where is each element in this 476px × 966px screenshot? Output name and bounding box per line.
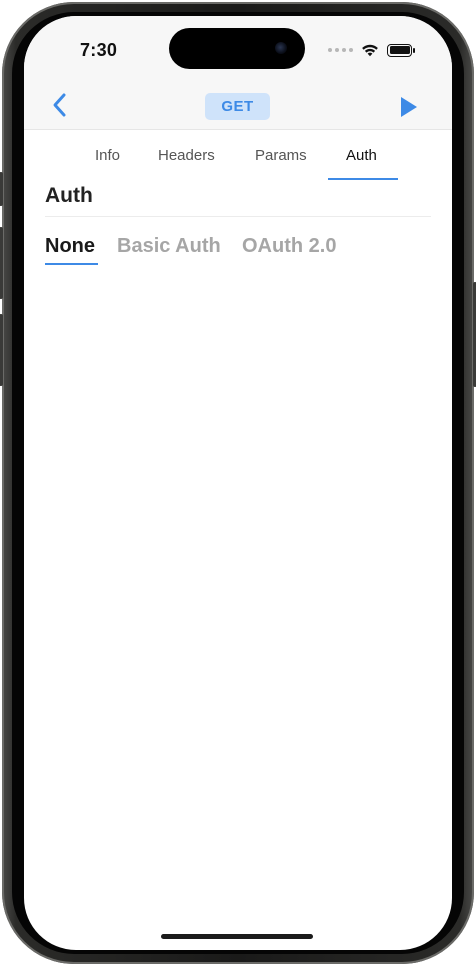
home-indicator[interactable] bbox=[161, 934, 313, 939]
auth-content-area bbox=[24, 276, 452, 916]
auth-option-oauth2[interactable]: OAuth 2.0 bbox=[242, 235, 336, 258]
tab-info[interactable]: Info bbox=[95, 147, 120, 164]
play-icon bbox=[401, 97, 417, 117]
auth-option-none[interactable]: None bbox=[45, 235, 95, 258]
section-divider bbox=[45, 216, 431, 217]
signal-dots-icon bbox=[328, 48, 353, 52]
tab-bar: Info Headers Params Auth bbox=[24, 131, 452, 183]
run-button[interactable] bbox=[399, 96, 419, 118]
status-time: 7:30 bbox=[80, 40, 118, 60]
tab-params[interactable]: Params bbox=[255, 147, 307, 164]
section-title: Auth bbox=[45, 184, 93, 207]
camera-icon bbox=[275, 42, 287, 54]
screen: 7:30 GET Info Headers Params Auth Auth N… bbox=[24, 16, 452, 950]
method-badge[interactable]: GET bbox=[205, 93, 270, 120]
battery-icon bbox=[387, 43, 415, 57]
chevron-left-icon bbox=[53, 93, 66, 117]
auth-option-basic[interactable]: Basic Auth bbox=[117, 235, 221, 258]
wifi-icon bbox=[362, 44, 378, 57]
dynamic-island bbox=[169, 28, 305, 69]
volume-up-button bbox=[0, 227, 3, 299]
active-tab-indicator bbox=[328, 178, 398, 180]
status-bar: 7:30 bbox=[24, 16, 452, 78]
tab-auth[interactable]: Auth bbox=[346, 147, 377, 164]
back-button[interactable] bbox=[50, 92, 70, 118]
status-icons bbox=[328, 43, 415, 57]
action-button bbox=[0, 172, 3, 206]
volume-down-button bbox=[0, 314, 3, 386]
tab-headers[interactable]: Headers bbox=[158, 147, 215, 164]
nav-bar: GET bbox=[24, 78, 452, 130]
selected-auth-indicator bbox=[45, 263, 98, 265]
